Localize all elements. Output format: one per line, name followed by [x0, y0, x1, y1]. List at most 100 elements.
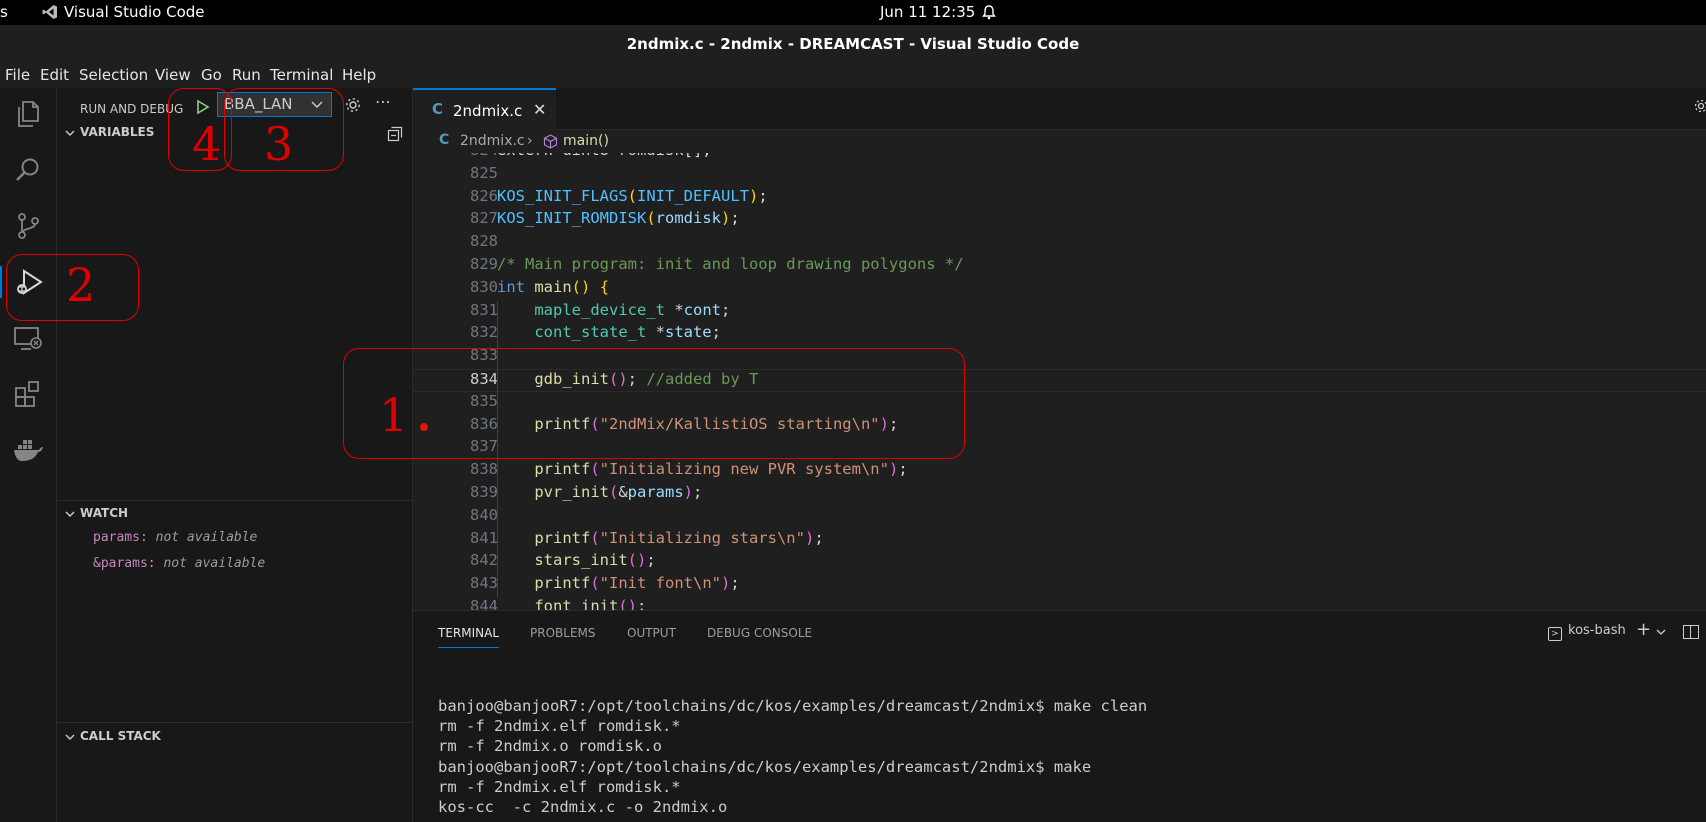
- app-name[interactable]: Visual Studio Code: [64, 3, 205, 21]
- line-number: 832: [470, 323, 498, 342]
- code-token: ): [888, 460, 899, 479]
- variables-label: VARIABLES: [80, 125, 155, 139]
- code-token: ;: [898, 460, 908, 479]
- code-line[interactable]: 843 printf("Init font\n");: [413, 574, 1706, 597]
- line-number: 825: [470, 163, 498, 182]
- code-line[interactable]: 825: [413, 164, 1706, 187]
- menu-terminal[interactable]: Terminal: [270, 66, 333, 84]
- terminal-icon: >: [1548, 627, 1562, 641]
- code-token: state: [664, 323, 712, 342]
- line-number: 842: [470, 551, 498, 570]
- code-line[interactable]: 828: [413, 232, 1706, 255]
- code-line[interactable]: 840: [413, 506, 1706, 529]
- close-icon[interactable]: ✕: [533, 100, 546, 119]
- code-token: ;: [637, 597, 647, 610]
- code-token: "Initializing stars\n": [599, 528, 805, 547]
- split-terminal-icon[interactable]: [1683, 625, 1699, 639]
- code-line[interactable]: 829/* Main program: init and loop drawin…: [413, 255, 1706, 278]
- code-line[interactable]: 827 KOS_INIT_ROMDISK(romdisk);: [413, 209, 1706, 232]
- code-token: ;: [720, 300, 731, 319]
- code-line[interactable]: 844 font_init();: [413, 597, 1706, 610]
- system-top-bar: s Visual Studio Code Jun 11 12:35: [0, 0, 1706, 25]
- line-number: 840: [470, 505, 498, 524]
- line-number: 829: [470, 255, 498, 273]
- watch-value: not available: [163, 556, 266, 571]
- menu-view[interactable]: View: [155, 66, 191, 84]
- code-token: romdisk: [655, 209, 721, 228]
- tab-2ndmix-c[interactable]: C 2ndmix.c ✕: [413, 88, 556, 130]
- code-token: (): [571, 277, 591, 296]
- breadcrumb-separator: ›: [527, 133, 533, 149]
- watch-value: not available: [155, 530, 258, 545]
- line-number: 838: [470, 460, 498, 479]
- line-number: 841: [470, 528, 498, 547]
- chevron-down-icon[interactable]: [1656, 627, 1666, 637]
- watch-item[interactable]: params: not available: [93, 530, 257, 545]
- terminal-line: rm -f 2ndmix.o romdisk.o: [438, 737, 662, 756]
- code-token: ): [721, 574, 731, 593]
- clock[interactable]: Jun 11 12:35: [880, 3, 975, 21]
- code-token: font_init: [534, 597, 619, 610]
- extensions-icon[interactable]: [12, 378, 44, 410]
- code-token: ;: [693, 483, 703, 501]
- method-symbol-icon: [543, 134, 558, 149]
- terminal-line: kos-cc -c 2ndmix.c -o 2ndmix.o: [438, 798, 728, 816]
- line-number: 843: [470, 574, 498, 593]
- gear-icon[interactable]: [344, 96, 362, 114]
- code-line[interactable]: 842 stars_init();: [413, 551, 1706, 574]
- code-token: params: [627, 483, 684, 501]
- remote-explorer-icon[interactable]: [12, 322, 44, 354]
- menu-run[interactable]: Run: [232, 66, 261, 84]
- code-line[interactable]: 824extern uint8 romdisk[];: [413, 153, 1706, 164]
- activities-label[interactable]: s: [0, 3, 8, 21]
- search-icon[interactable]: [12, 154, 44, 186]
- terminal-line: rm -f 2ndmix.elf romdisk.*: [438, 777, 681, 796]
- breadcrumb: C 2ndmix.c › main(): [413, 131, 1706, 153]
- menu-selection[interactable]: Selection: [79, 66, 148, 84]
- annotation-number-3: 3: [264, 117, 294, 171]
- code-token: ;: [758, 186, 768, 205]
- menu-file[interactable]: File: [5, 66, 30, 84]
- code-text: font_init();: [497, 597, 646, 610]
- editor-actions-icon[interactable]: [1693, 98, 1706, 114]
- terminal-profile-label: kos-bash: [1568, 623, 1626, 638]
- menu-go[interactable]: Go: [201, 66, 222, 84]
- code-line[interactable]: 830 int main() {: [413, 278, 1706, 301]
- code-line[interactable]: 831 maple_device_t *cont;: [413, 301, 1706, 324]
- menu-edit[interactable]: Edit: [40, 66, 69, 84]
- code-token: KOS_INIT_ROMDISK: [497, 209, 647, 228]
- activity-bar: [0, 88, 57, 822]
- code-line[interactable]: 838 printf("Initializing new PVR system\…: [413, 460, 1706, 483]
- code-line[interactable]: 841 printf("Initializing stars\n");: [413, 529, 1706, 552]
- more-actions-icon[interactable]: ⋯: [375, 92, 391, 111]
- code-line[interactable]: 832 cont_state_t *state;: [413, 323, 1706, 346]
- code-token: (: [590, 460, 600, 479]
- menu-help[interactable]: Help: [342, 66, 376, 84]
- tab-debug-console[interactable]: DEBUG CONSOLE: [707, 626, 812, 640]
- add-terminal-icon[interactable]: +: [1636, 619, 1651, 640]
- source-control-icon[interactable]: [12, 210, 44, 242]
- code-line[interactable]: 839 pvr_init(&params);: [413, 483, 1706, 506]
- docker-icon[interactable]: [12, 434, 44, 466]
- code-token: ;: [814, 528, 824, 547]
- tab-problems[interactable]: PROBLEMS: [530, 626, 596, 640]
- tab-output[interactable]: OUTPUT: [627, 626, 676, 640]
- watch-item[interactable]: &params: not available: [93, 556, 265, 571]
- code-text: printf("Initializing new PVR system\n");: [497, 460, 908, 479]
- code-token: "Initializing new PVR system\n": [599, 460, 889, 479]
- breadcrumb-symbol[interactable]: main(): [563, 133, 609, 149]
- code-text: stars_init();: [497, 551, 655, 569]
- code-token: pvr_init: [534, 483, 609, 501]
- collapse-all-icon[interactable]: [387, 126, 403, 142]
- terminal-profile[interactable]: > kos-bash: [1548, 623, 1626, 641]
- tab-terminal[interactable]: TERMINAL: [438, 626, 500, 648]
- code-line[interactable]: 826 KOS_INIT_FLAGS(INIT_DEFAULT);: [413, 187, 1706, 210]
- explorer-icon[interactable]: [12, 98, 44, 130]
- line-number: 831: [470, 300, 498, 319]
- breadcrumb-file[interactable]: 2ndmix.c: [460, 133, 525, 149]
